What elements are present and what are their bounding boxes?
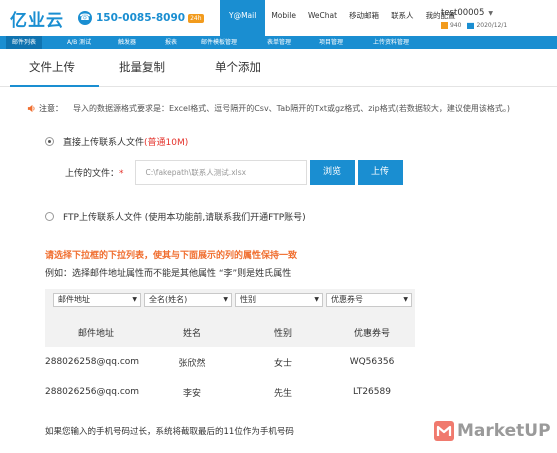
cell-gender: 女士: [273, 358, 292, 369]
file-label: 上传的文件：: [65, 169, 120, 179]
required-mark: *: [119, 169, 124, 179]
chevron-down-icon[interactable]: ▼: [488, 10, 493, 17]
table-header: 邮件地址 姓名 性别 优惠券号: [45, 314, 415, 350]
notice-label: 注意：: [39, 104, 63, 113]
subnav-project-mgmt[interactable]: 项目管理: [319, 36, 343, 49]
file-path-field[interactable]: C:\fakepath\联系人测试.xlsx: [134, 160, 307, 185]
brand-logo[interactable]: 亿业云: [10, 6, 64, 31]
subnav-upload-mgmt[interactable]: 上传资料管理: [373, 36, 409, 49]
select-column-4[interactable]: 优惠券号 ▼: [326, 293, 412, 307]
top-header: 亿业云 ☎ 150-0085-8090 24h Y@Mail Mobile We…: [0, 0, 557, 36]
select-column-2[interactable]: 全名(姓名) ▼: [144, 293, 232, 307]
header-email: 邮件地址: [77, 328, 114, 339]
username: test00005: [441, 8, 485, 18]
marketup-logo-icon: [434, 421, 454, 441]
table-row: 288026258@qq.com 张欣然 女士 WQ56356: [45, 347, 415, 377]
sub-nav: 邮件列表 A/B 测试 触发器 报表 邮件模板管理 表单管理 项目管理 上传资料…: [0, 36, 557, 49]
option-ftp-label: FTP上传联系人文件 (使用本功能前,请联系我们开通FTP账号): [63, 213, 306, 223]
subnav-template-mgmt[interactable]: 邮件模板管理: [201, 36, 237, 49]
dropdown-arrow-icon: ▼: [403, 296, 408, 303]
nav-mobile[interactable]: Mobile: [265, 0, 302, 36]
nav-contacts[interactable]: 联系人: [385, 0, 420, 36]
upload-tabs: 文件上传 批量复制 单个添加: [0, 49, 557, 87]
subnav-form-mgmt[interactable]: 表单管理: [267, 36, 291, 49]
option-direct-label: 直接上传联系人文件: [63, 138, 145, 148]
nav-mobile-mailbox[interactable]: 移动邮箱: [343, 0, 385, 36]
points-icon: [441, 22, 448, 29]
calendar-icon: [467, 22, 475, 29]
upload-button[interactable]: 上传: [357, 160, 403, 185]
cell-name: 李安: [182, 388, 201, 399]
cell-name: 张欣然: [178, 358, 206, 369]
hotline-24h-badge: 24h: [188, 13, 204, 23]
cell-email: 288026256@qq.com: [45, 387, 140, 397]
header-coupon: 优惠券号: [353, 328, 390, 339]
cell-coupon: WQ56356: [349, 357, 395, 367]
select-column-1[interactable]: 邮件地址 ▼: [53, 293, 141, 307]
select-column-2-value: 全名(姓名): [149, 295, 188, 304]
hotline-number: 150-0085-8090: [96, 12, 186, 24]
dropdown-arrow-icon: ▼: [223, 296, 228, 303]
nav-wechat[interactable]: WeChat: [302, 0, 343, 36]
phone-truncation-note: 如果您输入的手机号码过长，系统将截取最后的11位作为手机号码: [45, 427, 294, 437]
select-column-3[interactable]: 性别 ▼: [235, 293, 323, 307]
subnav-reports[interactable]: 报表: [165, 36, 177, 49]
mapping-example: 例如：选择邮件地址属性而不能是其他属性 “李”则是姓氏属性: [45, 269, 292, 279]
subnav-trigger[interactable]: 触发器: [118, 36, 136, 49]
radio-ftp-upload[interactable]: [45, 212, 54, 221]
hotline: ☎ 150-0085-8090 24h: [78, 11, 204, 25]
marketup-watermark: MarketUP: [433, 420, 551, 442]
format-notice: 注意： 导入的数据源格式要求是：Excel格式、逗号隔开的Csv、Tab隔开的T…: [27, 103, 510, 114]
speaker-icon: [27, 104, 35, 113]
option-direct-hint: (普通10M): [144, 138, 189, 148]
cell-gender: 先生: [273, 388, 292, 399]
select-column-3-value: 性别: [240, 295, 256, 304]
cell-coupon: LT26589: [353, 387, 391, 397]
user-menu[interactable]: test00005 ▼ 940 2020/12/1: [441, 8, 507, 29]
file-upload-row: 上传的文件：* C:\fakepath\联系人测试.xlsx 浏览 上传: [65, 160, 403, 185]
top-nav: Y@Mail Mobile WeChat 移动邮箱 联系人 我的配置: [220, 0, 462, 36]
select-column-1-value: 邮件地址: [58, 295, 90, 304]
select-column-4-value: 优惠券号: [331, 295, 363, 304]
header-name: 姓名: [182, 328, 201, 339]
browse-button[interactable]: 浏览: [309, 160, 355, 185]
notice-text: 导入的数据源格式要求是：Excel格式、逗号隔开的Csv、Tab隔开的Txt或g…: [73, 104, 510, 113]
column-mapping-table: 邮件地址 ▼ 全名(姓名) ▼ 性别 ▼ 优惠券号 ▼ 邮件地址 姓名 性别 优惠券号 …: [45, 289, 415, 407]
option-ftp-upload[interactable]: FTP上传联系人文件 (使用本功能前,请联系我们开通FTP账号): [45, 210, 306, 223]
radio-direct-upload[interactable]: [45, 137, 54, 146]
dropdown-arrow-icon: ▼: [132, 296, 137, 303]
mapping-instruction: 请选择下拉框的下拉列表，使其与下面展示的列的属性保持一致: [45, 251, 298, 261]
dropdown-arrow-icon: ▼: [314, 296, 319, 303]
subnav-mail-list[interactable]: 邮件列表: [6, 36, 43, 49]
tab-single-add[interactable]: 单个添加: [215, 59, 261, 75]
option-direct-upload[interactable]: 直接上传联系人文件 (普通10M): [45, 135, 188, 148]
table-row: 288026256@qq.com 李安 先生 LT26589: [45, 377, 415, 407]
watermark-text: MarketUP: [457, 421, 551, 441]
cell-email: 288026258@qq.com: [45, 357, 140, 367]
user-date: 2020/12/1: [476, 22, 508, 29]
tab-batch-copy[interactable]: 批量复制: [119, 59, 165, 75]
nav-ymail[interactable]: Y@Mail: [220, 0, 266, 36]
header-gender: 性别: [273, 328, 292, 339]
phone-icon: ☎: [78, 11, 92, 25]
mapping-selects: 邮件地址 ▼ 全名(姓名) ▼ 性别 ▼ 优惠券号 ▼: [53, 293, 415, 307]
tab-file-upload[interactable]: 文件上传: [29, 59, 75, 75]
subnav-ab-test[interactable]: A/B 测试: [67, 36, 91, 49]
active-tab-indicator: [10, 85, 99, 87]
user-points: 940: [450, 22, 462, 29]
